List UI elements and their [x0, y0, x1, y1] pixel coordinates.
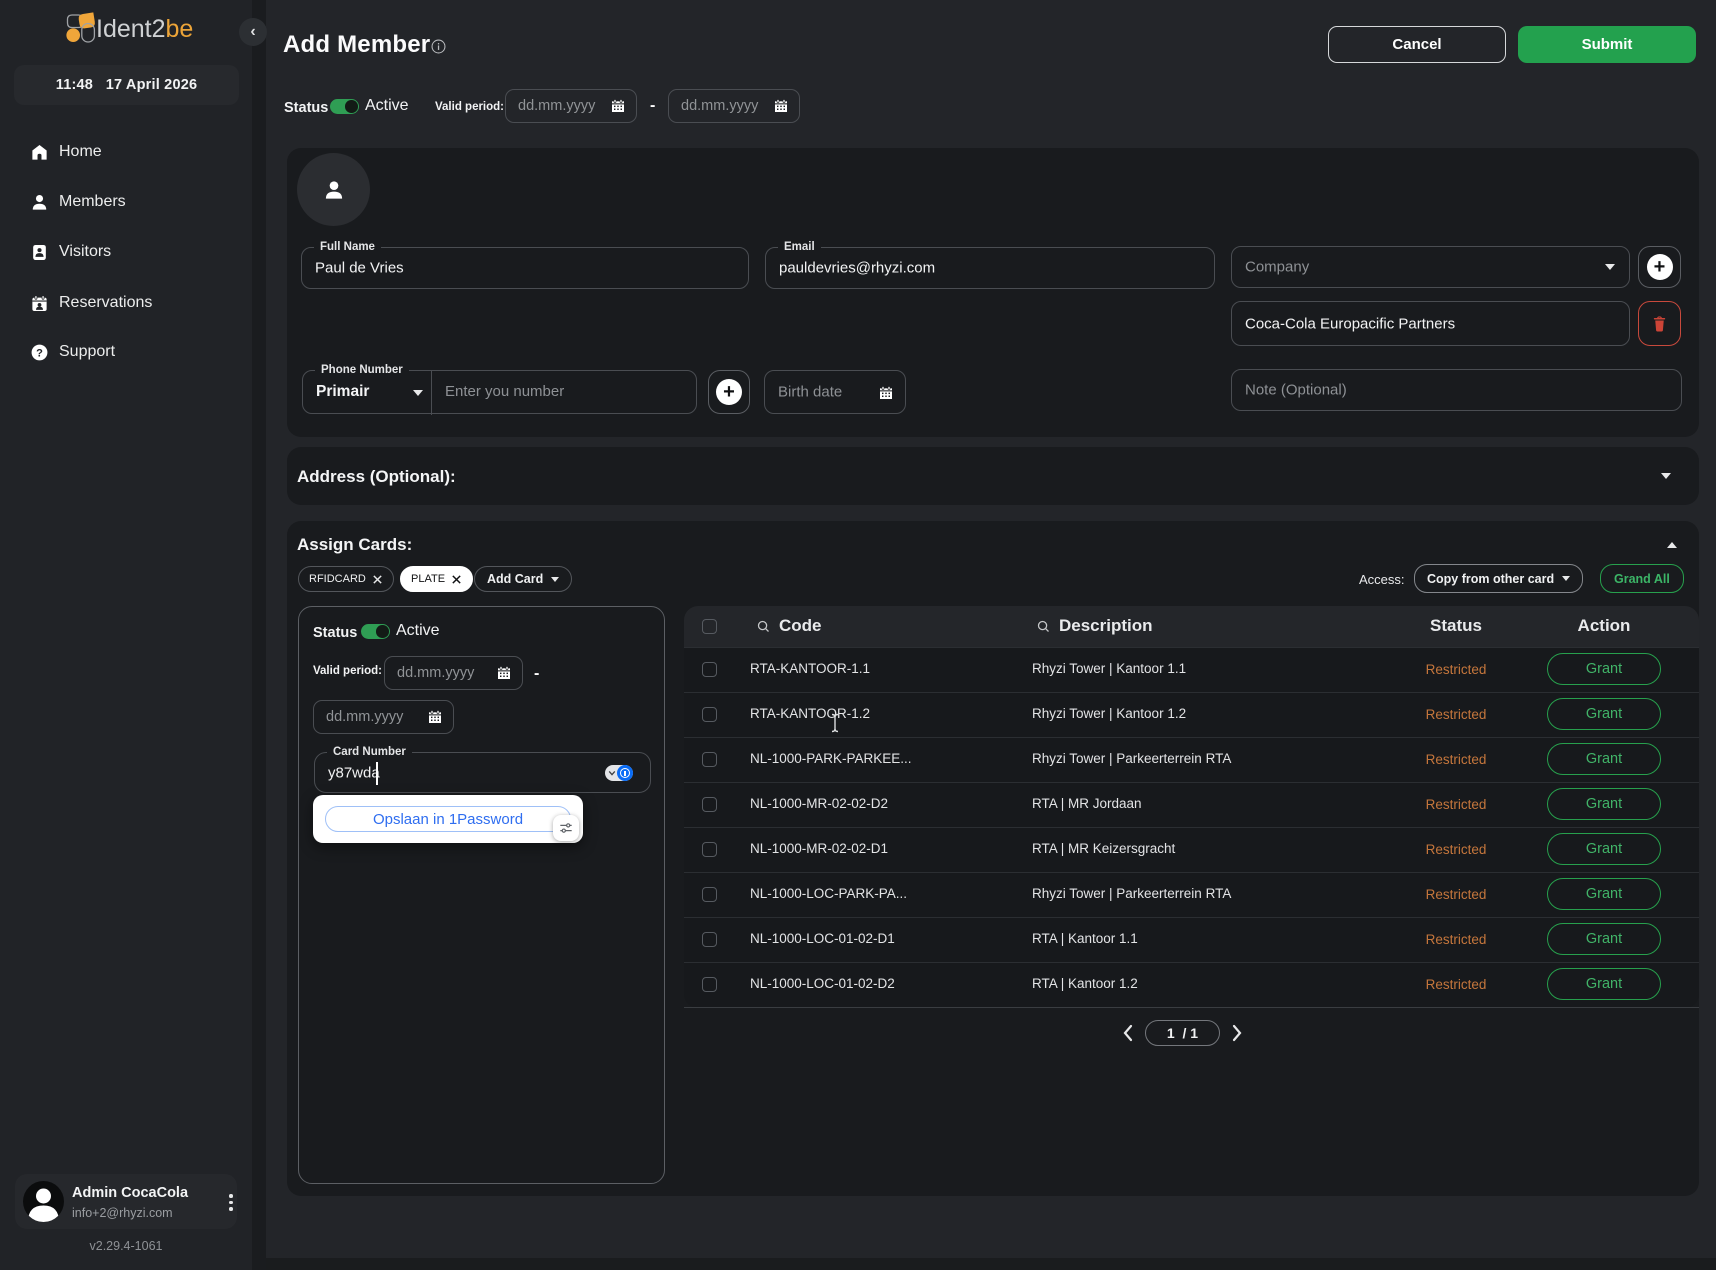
svg-text:Ident2be: Ident2be — [96, 15, 193, 43]
svg-text:?: ? — [36, 347, 43, 359]
